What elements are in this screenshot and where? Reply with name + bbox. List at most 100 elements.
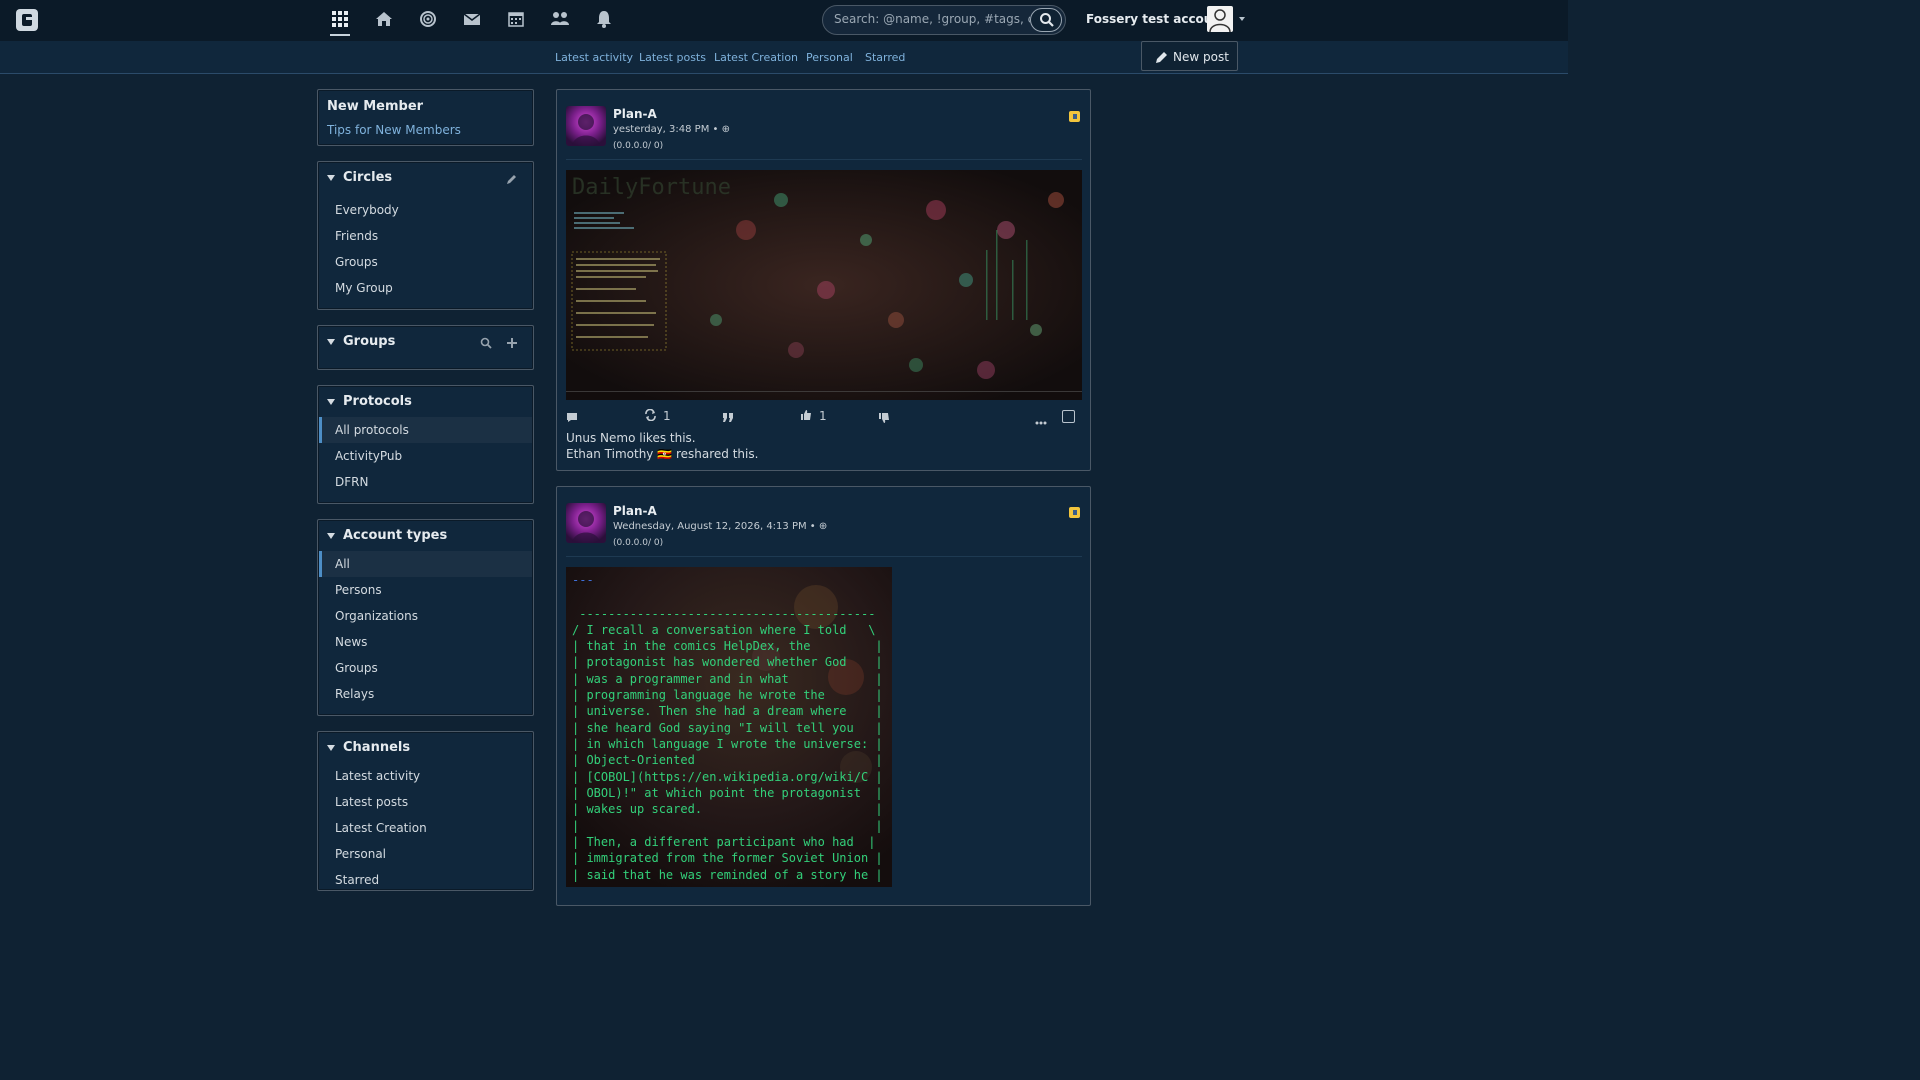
account-name[interactable]: Fossery test account (1086, 12, 1227, 26)
tab-starred[interactable]: Starred (865, 51, 905, 64)
account-type-all[interactable]: All (319, 551, 532, 577)
collapse-triangle-icon[interactable] (327, 175, 335, 181)
post-time[interactable]: yesterday, 3:48 PM • ⊕ (613, 124, 730, 135)
plus-icon[interactable] (506, 337, 518, 349)
code-line: | | (572, 819, 883, 833)
code-line: | Object-Oriented | (572, 753, 883, 767)
code-line: | universe. Then she had a dream where | (572, 704, 883, 718)
home-icon[interactable] (374, 10, 394, 30)
divider (566, 159, 1082, 160)
tips-link[interactable]: Tips for New Members (327, 123, 461, 137)
tab-personal[interactable]: Personal (806, 51, 853, 64)
code-line: | that in the comics HelpDex, the | (572, 639, 883, 653)
account-type-persons[interactable]: Persons (319, 577, 532, 603)
protocol-item-activitypub[interactable]: ActivityPub (319, 443, 532, 469)
code-line: | Then, a different participant who had … (572, 835, 876, 849)
code-line: | OBOL)!" at which point the protagonist… (572, 786, 883, 800)
post-author[interactable]: Plan-A (613, 107, 657, 121)
channel-item-personal[interactable]: Personal (319, 841, 532, 867)
code-line: | said that he was reminded of a story h… (572, 868, 883, 882)
protocol-item-dfrn[interactable]: DFRN (319, 469, 532, 495)
code-line: | immigrated from the former Soviet Unio… (572, 851, 883, 865)
thumbs-down-icon[interactable] (878, 412, 890, 427)
avatar[interactable] (1207, 6, 1233, 32)
circle-item-friends[interactable]: Friends (319, 223, 532, 249)
new-post-button[interactable]: New post (1141, 41, 1238, 71)
code-line: | in which language I wrote the universe… (572, 737, 883, 751)
post-author[interactable]: Plan-A (613, 504, 657, 518)
network-badge-icon (1069, 507, 1080, 518)
edit-icon[interactable] (506, 173, 518, 185)
channel-item-starred[interactable]: Starred (319, 867, 532, 893)
likes-summary[interactable]: Unus Nemo likes this. (566, 431, 696, 445)
circles-title[interactable]: Circles (343, 170, 392, 185)
protocols-title[interactable]: Protocols (343, 394, 412, 409)
account-type-relays[interactable]: Relays (319, 681, 532, 707)
network-icon[interactable] (418, 10, 438, 30)
stream-tabs: Latest activity Latest posts Latest Crea… (0, 41, 1568, 74)
tab-latest-creation[interactable]: Latest Creation (714, 51, 798, 64)
contacts-icon[interactable] (550, 10, 570, 30)
code-line: | wakes up scared. | (572, 802, 883, 816)
reshare-icon (645, 408, 656, 422)
circles-widget: Circles Everybody Friends Groups My Grou… (317, 161, 534, 310)
friendica-logo-icon[interactable] (16, 9, 38, 31)
tab-latest-posts[interactable]: Latest posts (639, 51, 706, 64)
reshare-count: 1 (663, 409, 671, 423)
post-time-text: yesterday, 3:48 PM (613, 124, 710, 135)
code-line: | programming language he wrote the | (572, 688, 883, 702)
avatar[interactable] (566, 503, 606, 543)
protocols-widget: Protocols All protocols ActivityPub DFRN (317, 385, 534, 504)
post-image[interactable]: DailyFortune (566, 170, 1082, 400)
protocol-item-all[interactable]: All protocols (319, 417, 532, 443)
groups-title[interactable]: Groups (343, 334, 395, 349)
code-line: --- (572, 573, 594, 587)
bell-icon[interactable] (594, 10, 614, 30)
network-badge-icon (1069, 111, 1080, 122)
avatar[interactable] (566, 106, 606, 146)
code-line: ----------------------------------------… (572, 607, 876, 621)
collapse-triangle-icon[interactable] (327, 533, 335, 539)
search-button[interactable] (1030, 8, 1062, 32)
mail-icon[interactable] (462, 10, 482, 30)
reshares-summary[interactable]: Ethan Timothy 🇺🇬 reshared this. (566, 447, 758, 461)
globe-icon: ⊕ (721, 124, 730, 135)
account-type-organizations[interactable]: Organizations (319, 603, 532, 629)
circle-item-groups[interactable]: Groups (319, 249, 532, 275)
post-card: Plan-A yesterday, 3:48 PM • ⊕ (0.0.0.0/ … (556, 89, 1091, 471)
tab-latest-activity[interactable]: Latest activity (555, 51, 633, 64)
comment-icon[interactable] (566, 412, 578, 426)
like-button[interactable]: 1 (800, 409, 827, 424)
channels-title[interactable]: Channels (343, 740, 410, 755)
globe-icon: ⊕ (818, 521, 828, 532)
channel-item-latest-creation[interactable]: Latest Creation (319, 815, 532, 841)
apps-icon[interactable] (330, 10, 350, 36)
account-type-groups[interactable]: Groups (319, 655, 532, 681)
search-box (822, 5, 1066, 35)
post-time[interactable]: Wednesday, August 12, 2026, 4:13 PM • ⊕ (613, 521, 827, 532)
collapse-triangle-icon[interactable] (327, 339, 335, 345)
pencil-icon (1156, 52, 1167, 63)
collapse-triangle-icon[interactable] (327, 399, 335, 405)
top-navbar: Fossery test account (0, 0, 1568, 41)
circle-item-my-group[interactable]: My Group (319, 275, 532, 301)
channels-widget: Channels Latest activity Latest posts La… (317, 731, 534, 891)
svg-text:DailyFortune: DailyFortune (572, 175, 731, 200)
chevron-down-icon[interactable] (1239, 17, 1245, 21)
post-image[interactable]: --- ------------------------------------… (566, 567, 892, 887)
select-checkbox[interactable] (1062, 410, 1075, 423)
quote-icon[interactable] (723, 412, 734, 426)
channel-item-latest-activity[interactable]: Latest activity (319, 763, 532, 789)
more-options-icon[interactable] (1035, 414, 1047, 428)
code-line: / I recall a conversation where I told \ (572, 623, 876, 637)
post-vote-stats: (0.0.0.0/ 0) (613, 141, 664, 151)
account-type-news[interactable]: News (319, 629, 532, 655)
account-types-title[interactable]: Account types (343, 528, 447, 543)
calendar-icon[interactable] (506, 10, 526, 30)
reshare-button[interactable]: 1 (644, 408, 671, 424)
collapse-triangle-icon[interactable] (327, 745, 335, 751)
search-input[interactable] (834, 12, 1030, 26)
search-icon[interactable] (480, 337, 492, 349)
channel-item-latest-posts[interactable]: Latest posts (319, 789, 532, 815)
circle-item-everybody[interactable]: Everybody (319, 197, 532, 223)
